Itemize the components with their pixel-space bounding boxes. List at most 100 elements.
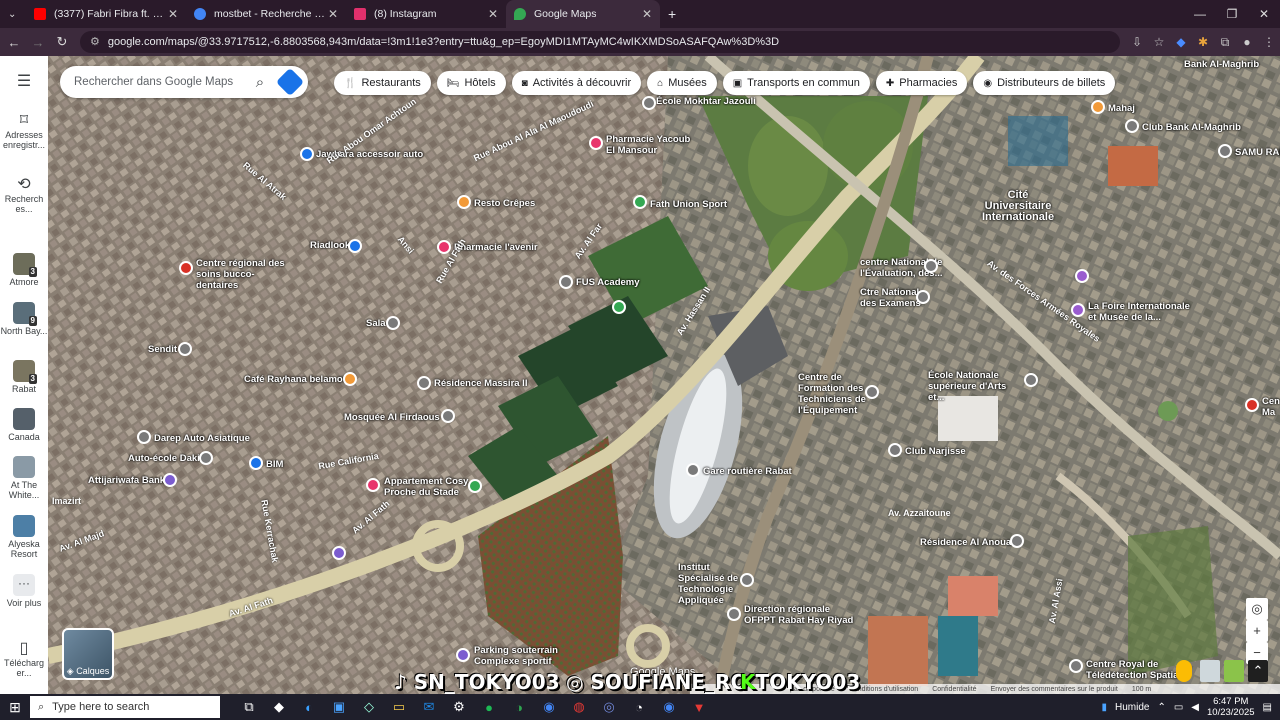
volume-icon[interactable]: ◀ bbox=[1191, 702, 1199, 713]
shop-pin-icon[interactable] bbox=[348, 239, 362, 253]
menu-dots-icon[interactable]: ⋮ bbox=[1258, 35, 1280, 49]
label-fath-union[interactable]: Fath Union Sport bbox=[650, 199, 727, 210]
label-sendit[interactable]: Sendit bbox=[148, 344, 177, 355]
place-pin-icon[interactable] bbox=[417, 376, 431, 390]
new-tab-button[interactable]: + bbox=[660, 0, 684, 28]
label-ecole-nationale[interactable]: École Nationale supérieure d'Arts et... bbox=[928, 370, 1023, 403]
label-gare[interactable]: Gare routière Rabat bbox=[703, 466, 792, 477]
label-attijari[interactable]: Attijariwafa Bank bbox=[88, 475, 165, 486]
chip-activities[interactable]: ◙ Activités à découvrir bbox=[511, 71, 642, 95]
pegman-icon[interactable] bbox=[1176, 660, 1192, 682]
maps-search-box[interactable]: Rechercher dans Google Maps ⌕ bbox=[60, 66, 308, 98]
extensions-puzzle-icon[interactable]: ⧉ bbox=[1214, 35, 1236, 50]
school-pin-icon[interactable] bbox=[924, 259, 938, 273]
copilot-icon[interactable]: ◆ bbox=[264, 699, 294, 715]
shop-pin-icon[interactable] bbox=[249, 456, 263, 470]
label-mosquee[interactable]: Mosquée Al Firdaous bbox=[344, 412, 440, 423]
forward-icon[interactable]: → bbox=[26, 35, 50, 50]
privacy-link[interactable]: Confidentialité bbox=[932, 686, 976, 693]
school-pin-icon[interactable] bbox=[740, 573, 754, 587]
restaurant-pin-icon[interactable] bbox=[457, 195, 471, 209]
profile-avatar[interactable]: ● bbox=[1236, 35, 1258, 49]
label-mahaj[interactable]: Mahaj bbox=[1108, 103, 1135, 114]
school-pin-icon[interactable] bbox=[727, 607, 741, 621]
label-foire[interactable]: La Foire Internationale et Musée de la..… bbox=[1088, 301, 1198, 323]
edge-icon[interactable]: ◐ bbox=[294, 700, 324, 715]
notification-icon[interactable]: ▤ bbox=[1263, 702, 1272, 713]
school-pin-icon[interactable] bbox=[559, 275, 573, 289]
sport-pin-icon[interactable] bbox=[468, 479, 482, 493]
feedback-link[interactable]: Envoyer des commentaires sur le produit bbox=[991, 686, 1118, 693]
network-icon[interactable]: ▭ bbox=[1174, 702, 1183, 713]
label-club-narjisse[interactable]: Club Narjisse bbox=[905, 446, 966, 457]
tab-google-search[interactable]: mostbet - Recherche Google ✕ bbox=[186, 0, 346, 28]
place-pin-icon[interactable] bbox=[199, 451, 213, 465]
label-darep[interactable]: Darep Auto Asiatique bbox=[154, 433, 250, 444]
hospital-pin-icon[interactable] bbox=[179, 261, 193, 275]
label-appartement[interactable]: Appartement Cosy Proche du Stade bbox=[384, 476, 474, 498]
sidebar-item-download[interactable]: ▯ Télécharg er... bbox=[0, 640, 48, 678]
label-resto[interactable]: Resto Crêpes bbox=[474, 198, 535, 209]
label-centre-royal[interactable]: Centre Royal de Télédétection Spatia bbox=[1086, 659, 1186, 681]
weather-text[interactable]: Humide bbox=[1115, 702, 1149, 713]
chip-restaurants[interactable]: 🍴 Restaurants bbox=[334, 71, 431, 95]
sidebar-item-recent[interactable]: ⟲ Recherch es... bbox=[0, 176, 48, 214]
close-window-icon[interactable]: ✕ bbox=[1248, 0, 1280, 28]
install-app-icon[interactable]: ⇩ bbox=[1126, 35, 1148, 49]
expand-up-icon[interactable]: ⌃ bbox=[1248, 660, 1268, 682]
place-pin-icon[interactable] bbox=[386, 316, 400, 330]
sidebar-item-saved[interactable]: ⌑ Adresses enregistr... bbox=[0, 112, 48, 150]
label-bim[interactable]: BIM bbox=[266, 459, 283, 470]
file-explorer-icon[interactable]: ▭ bbox=[384, 699, 414, 715]
school-pin-icon[interactable] bbox=[642, 96, 656, 110]
search-input[interactable]: Rechercher dans Google Maps bbox=[74, 76, 246, 88]
taskbar-search[interactable]: ⌕ Type here to search bbox=[30, 696, 220, 718]
imagery-thumb-icon[interactable] bbox=[1224, 660, 1244, 682]
sidebar-item-north-bay[interactable]: 9 North Bay... bbox=[0, 302, 48, 336]
scale-bar[interactable]: 100 m bbox=[1132, 686, 1151, 693]
close-icon[interactable]: ✕ bbox=[642, 7, 652, 21]
place-pin-icon[interactable] bbox=[1010, 534, 1024, 548]
sport-pin-icon[interactable] bbox=[612, 300, 626, 314]
label-parking[interactable]: Parking souterrain Complexe sportif bbox=[474, 645, 564, 667]
label-fus[interactable]: FUS Academy bbox=[576, 277, 640, 288]
label-centre-formation[interactable]: Centre de Formation des Techniciens de l… bbox=[798, 372, 868, 416]
place-pin-icon[interactable] bbox=[137, 430, 151, 444]
maximize-icon[interactable]: ❐ bbox=[1216, 0, 1248, 28]
school-pin-icon[interactable] bbox=[916, 290, 930, 304]
obs-icon[interactable]: ◔ bbox=[624, 700, 654, 715]
chip-pharmacies[interactable]: ✚ Pharmacies bbox=[875, 71, 968, 95]
chrome-icon[interactable]: ◉ bbox=[534, 699, 564, 715]
place-pin-icon[interactable] bbox=[888, 443, 902, 457]
restaurant-pin-icon[interactable] bbox=[1091, 100, 1105, 114]
chevron-up-icon[interactable]: ⌃ bbox=[1157, 702, 1165, 713]
label-direction[interactable]: Direction régionale OFPPT Rabat Hay Riya… bbox=[744, 604, 854, 626]
reload-icon[interactable]: ↻ bbox=[50, 34, 74, 50]
menu-button[interactable]: ☰ bbox=[0, 73, 48, 91]
mosque-pin-icon[interactable] bbox=[441, 409, 455, 423]
label-centre-bucco[interactable]: Centre régional des soins bucco-dentaire… bbox=[196, 258, 296, 291]
label-residence-anouar[interactable]: Résidence Al Anouar bbox=[920, 537, 1015, 548]
museum-pin-icon[interactable] bbox=[1075, 269, 1089, 283]
label-pharmacie-yacoub[interactable]: Pharmacie Yacoub El Mansour bbox=[606, 134, 696, 156]
app-icon[interactable]: ◇ bbox=[354, 699, 384, 715]
star-icon[interactable]: ☆ bbox=[1148, 35, 1170, 49]
parking-pin-icon[interactable] bbox=[332, 546, 346, 560]
steam-icon[interactable]: ⚙ bbox=[444, 699, 474, 715]
label-residence-massira[interactable]: Résidence Massira II bbox=[434, 378, 527, 389]
chip-museums[interactable]: ⌂ Musées bbox=[647, 71, 717, 95]
hospital-pin-icon[interactable] bbox=[1245, 398, 1259, 412]
label-hospital[interactable]: Cen Ma bbox=[1262, 396, 1280, 418]
url-field[interactable]: ⚙ google.com/maps/@33.9717512,-6.8803568,… bbox=[80, 31, 1120, 53]
windows-start-icon[interactable]: ⊞ bbox=[0, 699, 30, 716]
sidebar-item-white-house[interactable]: At The White... bbox=[0, 456, 48, 500]
sidebar-item-alyeska[interactable]: Alyeska Resort bbox=[0, 515, 48, 559]
chrome-icon[interactable]: ◉ bbox=[654, 699, 684, 715]
label-autoecole[interactable]: Auto-école Dakik bbox=[128, 453, 205, 464]
label-cite[interactable]: Cité Universitaire Internationale bbox=[978, 190, 1058, 223]
tab-list-button[interactable]: ⌄ bbox=[0, 0, 26, 28]
app-icon[interactable]: ◑ bbox=[504, 700, 534, 715]
close-icon[interactable]: ✕ bbox=[328, 7, 338, 21]
app-icon[interactable]: ▼ bbox=[684, 700, 714, 715]
close-icon[interactable]: ✕ bbox=[168, 7, 178, 21]
